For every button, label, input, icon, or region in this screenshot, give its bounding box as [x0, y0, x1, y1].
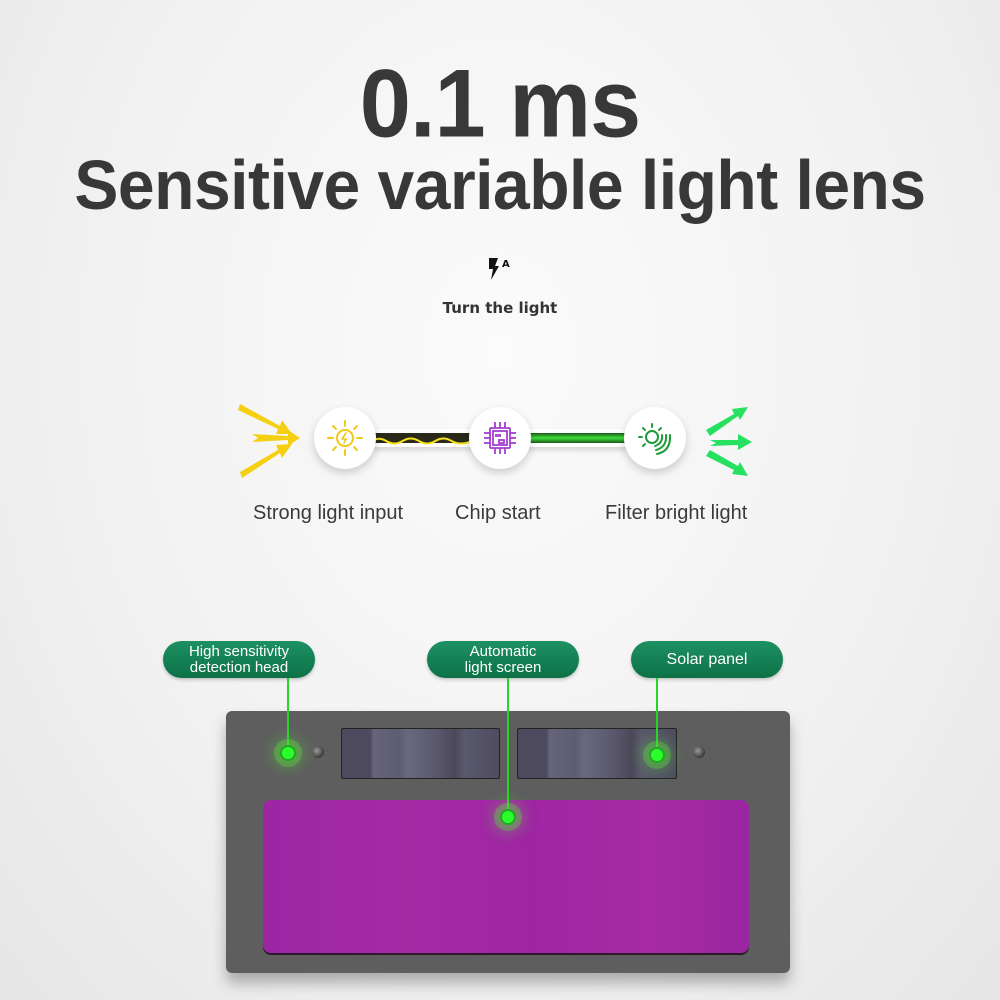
node-filter — [624, 407, 686, 469]
step-label-filter: Filter bright light — [605, 502, 748, 524]
svg-text:A: A — [502, 259, 510, 270]
hotspot-solar-panel — [649, 747, 665, 763]
mode-label: Turn the light — [442, 299, 558, 317]
hotspot-light-screen — [500, 809, 516, 825]
hotspot-detection-head — [280, 745, 296, 761]
wave-signal-icon — [369, 437, 473, 445]
callout-light-screen-line2: light screen — [464, 658, 542, 676]
step-label-chip: Chip start — [455, 502, 541, 524]
headline: 0.1 ms — [359, 50, 641, 158]
callout-light-screen-line1: Automatic — [469, 642, 537, 660]
callout-detection-head-line1: High sensitivity — [188, 642, 290, 660]
step-label-strong-light: Strong light input — [253, 502, 404, 524]
leader-solar-panel — [656, 678, 658, 752]
callout-solar-panel: Solar panel — [631, 641, 783, 678]
callout-detection-head: High sensitivity detection head — [163, 641, 315, 678]
sensor-left — [312, 746, 324, 758]
output-light-arrows-icon — [706, 407, 752, 476]
signal-tube-output — [524, 429, 636, 447]
callout-detection-head-line2: detection head — [189, 658, 289, 676]
leader-detection-head — [287, 678, 289, 750]
node-strong-light — [314, 407, 376, 469]
node-chip — [469, 407, 531, 469]
signal-tube-input — [366, 429, 476, 447]
auto-flash-icon: A — [489, 258, 510, 280]
input-light-arrows-icon — [238, 404, 300, 478]
subheadline: Sensitive variable light lens — [74, 146, 926, 224]
sun-bolt-icon — [327, 420, 363, 456]
callout-light-screen: Automatic light screen — [427, 641, 579, 678]
leader-light-screen — [507, 678, 509, 816]
callout-solar-panel-line1: Solar panel — [666, 650, 748, 668]
sensor-right — [693, 746, 705, 758]
sun-filter-icon — [638, 423, 672, 455]
chip-icon — [484, 422, 516, 454]
solar-panel-left — [341, 728, 500, 779]
